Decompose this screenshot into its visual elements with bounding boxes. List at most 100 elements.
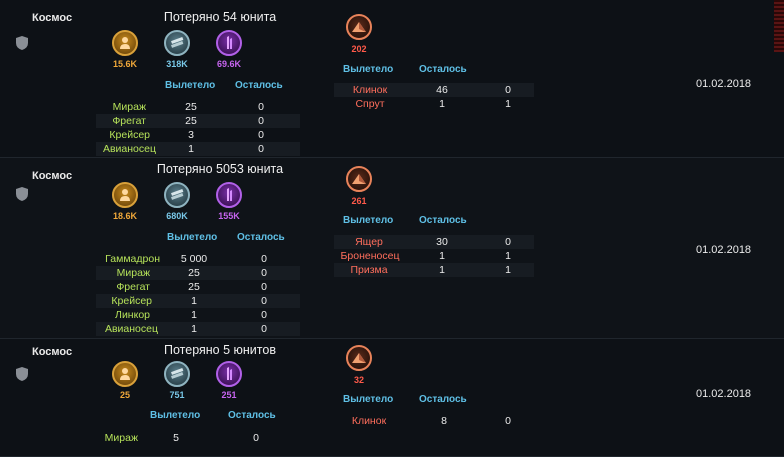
- enemy-pyramid-icon: [346, 166, 372, 192]
- unit-sent: 25: [185, 101, 197, 113]
- table-row: Авианосец 1 0: [96, 322, 300, 336]
- table-row: Авианосец 1 0: [96, 142, 300, 156]
- battle-report-2[interactable]: Космос Потеряно 5053 юнита 18.6K 680K 15…: [0, 158, 784, 339]
- own-sent-header: Вылетело: [167, 232, 218, 243]
- unit-left: 0: [505, 84, 511, 96]
- unit-left: 0: [261, 267, 267, 279]
- battle-date: 01.02.2018: [696, 78, 752, 90]
- unit-sent: 46: [436, 84, 448, 96]
- gold-person-icon: [112, 30, 138, 56]
- enemy-pyramid-icon: [346, 345, 372, 371]
- unit-sent: 3: [188, 129, 194, 141]
- enemy-summary: 202: [344, 14, 374, 54]
- unit-left: 0: [258, 129, 264, 141]
- unit-name: Броненосец: [340, 250, 400, 262]
- unit-sent: 5 000: [180, 253, 208, 265]
- table-row: Клинок 46 0: [334, 83, 534, 97]
- resource-gold: 15.6K: [107, 30, 143, 69]
- table-row: Мираж 5 0: [96, 431, 300, 445]
- unit-name: Мираж: [116, 267, 150, 279]
- unit-left: 0: [261, 323, 267, 335]
- unit-sent: 1: [191, 295, 197, 307]
- table-row: Клинок 8 0: [334, 414, 534, 428]
- unit-name: Мираж: [104, 432, 138, 444]
- table-row: Линкор 1 0: [96, 308, 300, 322]
- resource-value: 15.6K: [112, 59, 138, 69]
- resource-purple: 155K: [211, 182, 247, 221]
- table-row: Мираж 25 0: [96, 266, 300, 280]
- unit-name: Авианосец: [104, 323, 158, 335]
- units-lost-title: Потеряно 5053 юнита: [156, 162, 284, 176]
- enemy-summary: 261: [344, 166, 374, 206]
- enemy-left-header: Осталось: [419, 394, 467, 405]
- unit-name: Ящер: [355, 236, 383, 248]
- own-left-header: Осталось: [228, 410, 276, 421]
- table-row: Гаммадрон 5 000 0: [96, 252, 300, 266]
- resource-value: 69.6K: [216, 59, 242, 69]
- battle-date: 01.02.2018: [696, 388, 752, 400]
- enemy-pyramid-icon: [346, 14, 372, 40]
- resource-value: 251: [221, 390, 237, 400]
- unit-sent: 1: [188, 143, 194, 155]
- unit-name: Спрут: [355, 98, 385, 110]
- battle-report-1[interactable]: Космос Потеряно 54 юнита 15.6K 318K 69.6…: [0, 0, 784, 158]
- unit-name: Фрегат: [116, 281, 150, 293]
- unit-sent: 1: [439, 250, 445, 262]
- unit-left: 1: [505, 264, 511, 276]
- unit-left: 1: [505, 250, 511, 262]
- unit-sent: 5: [173, 432, 179, 444]
- resource-silver: 318K: [159, 30, 195, 69]
- unit-sent: 1: [439, 98, 445, 110]
- unit-left: 0: [505, 236, 511, 248]
- unit-left: 0: [261, 253, 267, 265]
- resource-value: 155K: [218, 211, 240, 221]
- table-row: Спрут 1 1: [334, 97, 534, 111]
- unit-name: Гаммадрон: [105, 253, 160, 265]
- purple-crystal-icon: [216, 182, 242, 208]
- unit-left: 0: [258, 143, 264, 155]
- resource-value: 18.6K: [112, 211, 138, 221]
- enemy-sent-header: Вылетело: [343, 64, 394, 75]
- enemy-left-header: Осталось: [419, 64, 467, 75]
- unit-sent: 1: [191, 323, 197, 335]
- gold-person-icon: [112, 361, 138, 387]
- enemy-value: 261: [351, 196, 367, 206]
- enemy-sent-header: Вылетело: [343, 394, 394, 405]
- table-row: Фрегат 25 0: [96, 280, 300, 294]
- silver-bars-icon: [164, 361, 190, 387]
- silver-bars-icon: [164, 30, 190, 56]
- table-row: Ящер 30 0: [334, 235, 534, 249]
- shield-icon: [16, 36, 28, 50]
- unit-sent: 25: [188, 281, 200, 293]
- battle-report-3[interactable]: Космос Потеряно 5 юнитов 25 751 251 Выле…: [0, 339, 784, 457]
- unit-sent: 8: [441, 415, 447, 427]
- unit-left: 0: [261, 281, 267, 293]
- table-row: Фрегат 25 0: [96, 114, 300, 128]
- right-edge-decoration: [774, 0, 784, 52]
- battle-location: Космос: [32, 170, 73, 182]
- table-row: Крейсер 1 0: [96, 294, 300, 308]
- resource-value: 25: [119, 390, 130, 400]
- unit-name: Фрегат: [112, 115, 146, 127]
- table-row: Крейсер 3 0: [96, 128, 300, 142]
- unit-left: 0: [261, 295, 267, 307]
- table-row: Броненосец 1 1: [334, 249, 534, 263]
- unit-sent: 25: [185, 115, 197, 127]
- table-row: Призма 1 1: [334, 263, 534, 277]
- unit-left: 0: [261, 309, 267, 321]
- resource-purple: 251: [211, 361, 247, 400]
- own-left-header: Осталось: [235, 80, 283, 91]
- shield-icon: [16, 187, 28, 201]
- unit-sent: 1: [439, 264, 445, 276]
- units-lost-title: Потеряно 54 юнита: [163, 10, 277, 24]
- unit-sent: 30: [436, 236, 448, 248]
- resource-purple: 69.6K: [211, 30, 247, 69]
- unit-name: Призма: [350, 264, 388, 276]
- unit-name: Крейсер: [109, 129, 150, 141]
- unit-sent: 1: [191, 309, 197, 321]
- enemy-summary: 32: [344, 345, 374, 385]
- resource-value: 751: [169, 390, 185, 400]
- enemy-value: 32: [353, 375, 364, 385]
- resource-gold: 25: [107, 361, 143, 400]
- battle-location: Космос: [32, 12, 73, 24]
